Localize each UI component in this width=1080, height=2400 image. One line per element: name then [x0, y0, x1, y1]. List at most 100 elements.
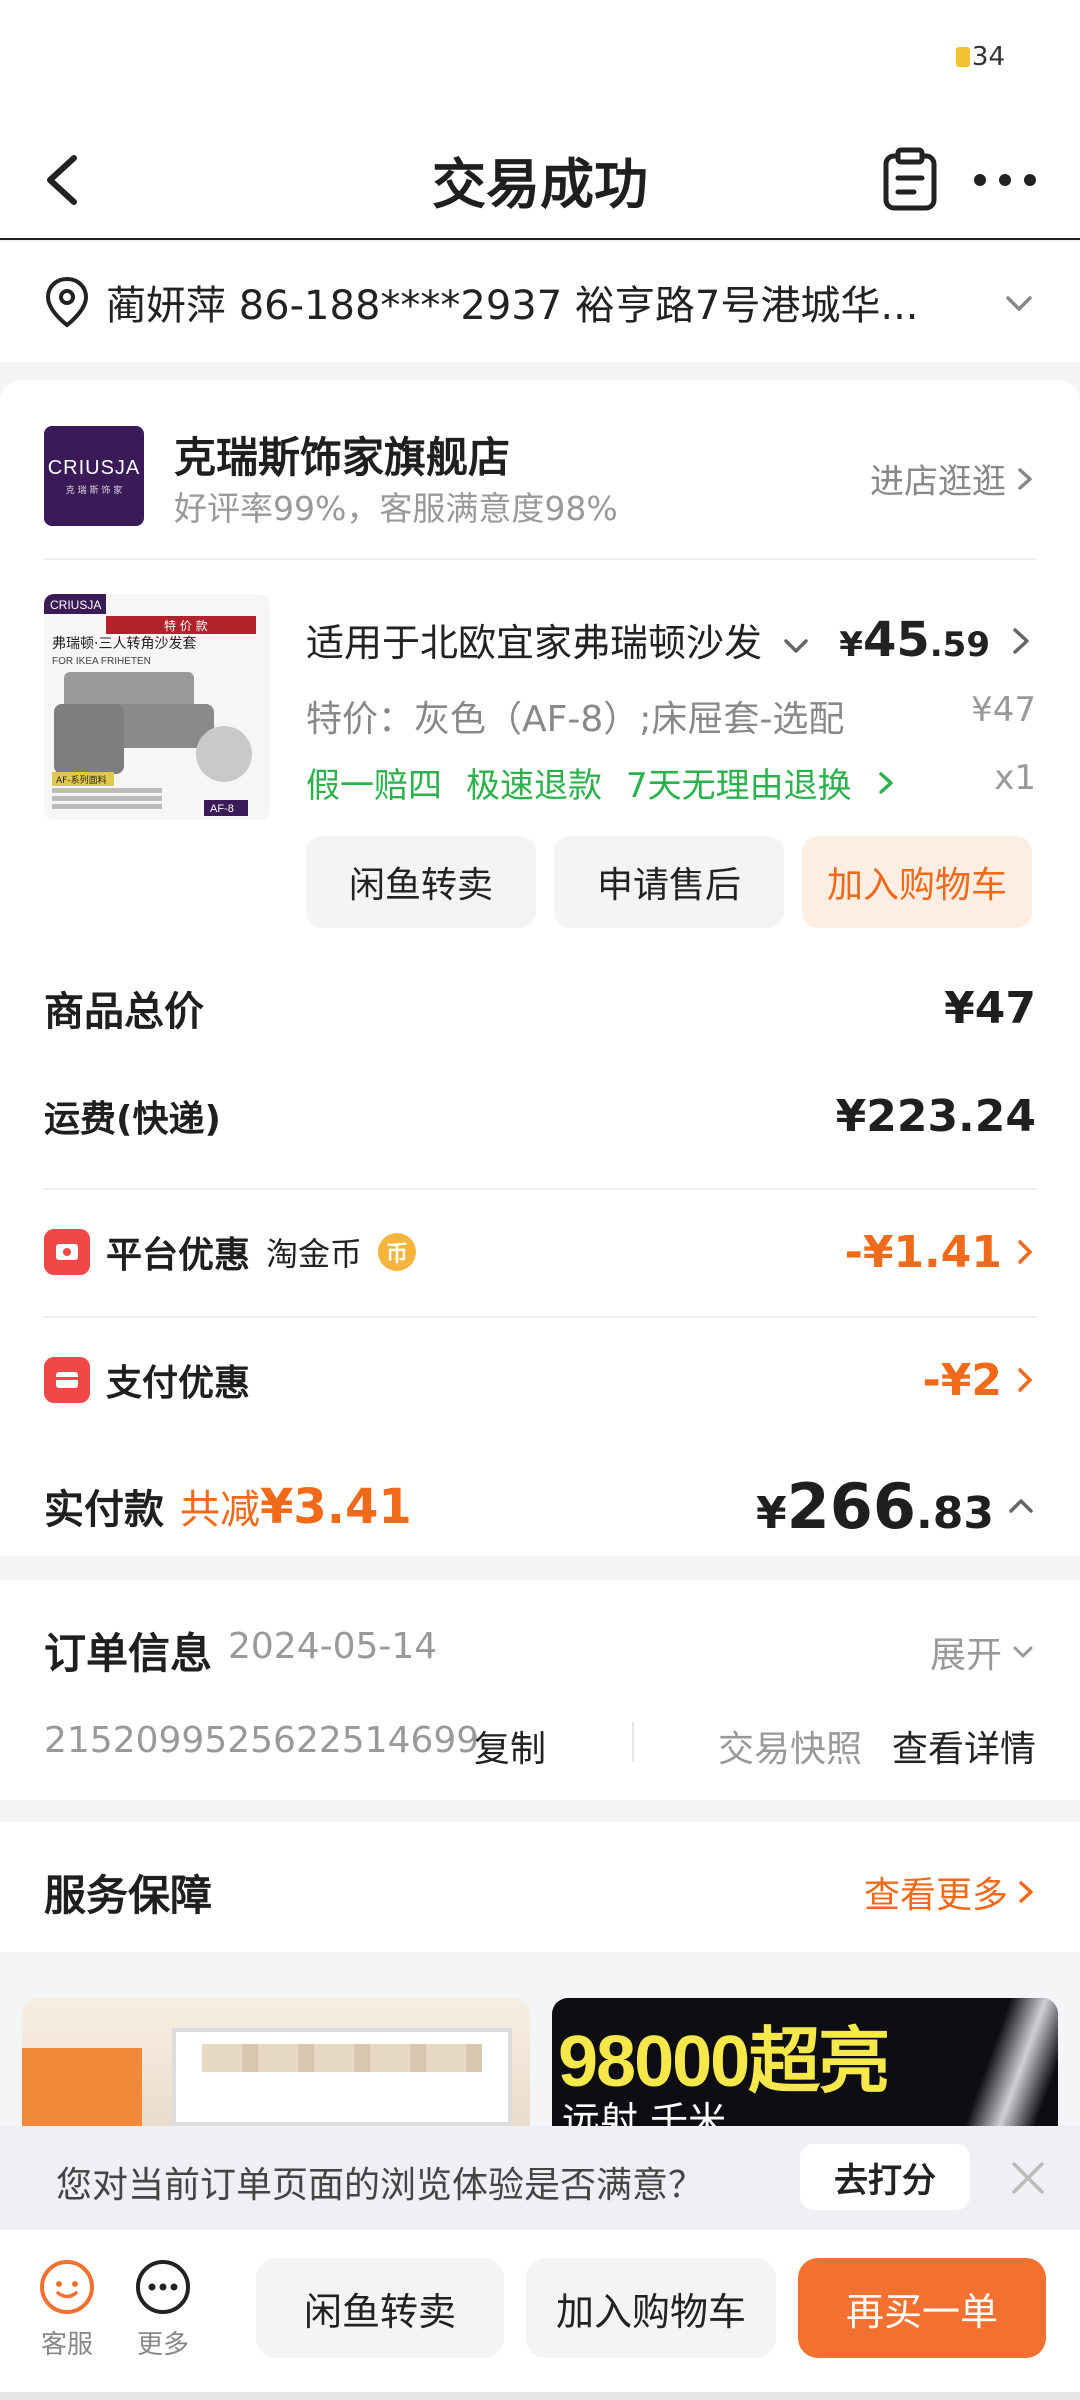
thumb-caption: 弗瑞顿·三人转角沙发套	[52, 636, 196, 652]
coupon-icon	[44, 1229, 90, 1275]
order-date: 2024-05-14	[228, 1626, 438, 1667]
banner-light-beam	[958, 1998, 1058, 2126]
address-text: 蔺妍萍 86-188****2937 裕亨路7号港城华...	[106, 283, 919, 329]
home-indicator	[0, 2392, 1080, 2400]
expand-label: 展开	[929, 1635, 1002, 1676]
divider	[44, 1188, 1036, 1190]
survey-question: 您对当前订单页面的浏览体验是否满意？	[56, 2165, 705, 2206]
service-promises[interactable]: 假一赔四 极速退款 7天无理由退换	[306, 758, 896, 807]
expand-button[interactable]: 展开	[930, 1626, 1036, 1678]
close-icon[interactable]	[1006, 2156, 1050, 2200]
chevron-down-icon	[1006, 296, 1032, 311]
chevron-down-icon[interactable]	[780, 630, 812, 662]
product-title[interactable]: 适用于北欧宜家弗瑞顿沙发	[306, 612, 766, 667]
banner-subline: 远射 千米	[562, 2099, 727, 2126]
order-info-title: 订单信息	[44, 1629, 213, 1678]
more-actions-label: 更多	[136, 2330, 189, 2360]
promise-item: 假一赔四	[306, 766, 442, 806]
rebuy-button[interactable]: 再买一单	[798, 2258, 1046, 2358]
recommend-banner-right[interactable]: 98000超亮 远射 千米	[552, 1998, 1058, 2126]
chevron-right-icon	[878, 771, 893, 794]
thumb-caption-en: FOR IKEA FRIHETEN	[52, 656, 151, 667]
store-logo-text: CRIUSJA	[47, 456, 141, 479]
order-info-card: 订单信息 2024-05-14 展开 2152099525622514699 复…	[0, 1580, 1080, 1800]
saved-value: ¥3.41	[260, 1479, 412, 1535]
resell-button[interactable]: 闲鱼转卖	[306, 836, 536, 928]
platform-discount-label-group: 平台优惠 淘金币 币	[44, 1226, 417, 1278]
banner-folded-clothes	[202, 2044, 482, 2072]
recommend-banner-left[interactable]	[22, 1998, 530, 2126]
platform-discount-value-group: -¥1.41	[845, 1227, 1036, 1278]
address-bar[interactable]: 蔺妍萍 86-188****2937 裕亨路7号港城华...	[0, 242, 1080, 362]
platform-discount-row[interactable]: 平台优惠 淘金币 币 -¥1.41	[44, 1202, 1036, 1302]
more-actions-button[interactable]: 更多	[134, 2258, 192, 2361]
item-actions: 闲鱼转卖 申请售后 加入购物车	[306, 836, 1032, 928]
status-badge: 34	[955, 42, 1005, 72]
platform-discount-value: -¥1.41	[844, 1226, 1002, 1278]
paid-value-group: ¥266.83	[756, 1470, 1036, 1543]
promise-item: 极速退款	[466, 766, 602, 806]
platform-discount-sub: 淘金币	[266, 1235, 363, 1273]
taojinbi-coin-icon: 币	[378, 1233, 417, 1271]
store-rating: 好评率99%，客服满意度98%	[174, 489, 618, 528]
paid-total-row[interactable]: 实付款 共减¥3.41 ¥266.83	[44, 1456, 1036, 1556]
visit-store-link[interactable]: 进店逛逛	[870, 454, 1036, 503]
service-more-link[interactable]: 查看更多	[864, 1866, 1036, 1918]
resell-button[interactable]: 闲鱼转卖	[256, 2258, 504, 2358]
shipping-row: 运费(快递) ¥223.24	[44, 1076, 1036, 1156]
add-to-cart-button[interactable]: 加入购物车	[526, 2258, 776, 2358]
add-to-cart-button[interactable]: 加入购物车	[802, 836, 1032, 928]
thumb-series: AF-系列面料	[56, 774, 107, 786]
chevron-down-icon	[1013, 1646, 1033, 1658]
chevron-right-icon[interactable]	[1006, 624, 1036, 658]
goods-total-row: 商品总价 ¥47	[44, 968, 1036, 1048]
more-circle-icon	[136, 2260, 190, 2314]
more-icon[interactable]	[970, 160, 1040, 200]
paid-value: ¥266.83	[756, 1470, 994, 1543]
status-bar: 34	[0, 0, 1080, 120]
customer-service-button[interactable]: 客服	[38, 2258, 96, 2361]
header: 交易成功	[0, 120, 1080, 240]
chevron-right-icon	[1018, 1368, 1032, 1392]
view-details-link[interactable]: 查看详情	[892, 1720, 1036, 1772]
notification-icon	[955, 47, 970, 67]
customer-service-icon	[40, 2260, 94, 2314]
order-number: 2152099525622514699	[44, 1720, 480, 1761]
divider	[44, 1316, 1036, 1318]
store-logo[interactable]: CRIUSJA 克 瑞 斯 饰 家	[44, 426, 144, 526]
goods-total-label: 商品总价	[44, 989, 204, 1035]
paid-dec: .83	[916, 1487, 994, 1539]
service-card: 服务保障 查看更多	[0, 1822, 1080, 1952]
paid-currency: ¥	[756, 1487, 787, 1539]
status-badge-count: 34	[971, 42, 1005, 72]
store-name[interactable]: 克瑞斯饰家旗舰店	[174, 424, 510, 485]
payment-discount-label: 支付优惠	[106, 1363, 251, 1404]
clipboard-icon[interactable]	[880, 146, 940, 212]
product-image[interactable]: CRIUSJA 特 价 款 弗瑞顿·三人转角沙发套 FOR IKEA FRIHE…	[44, 594, 270, 820]
service-title: 服务保障	[44, 1871, 213, 1920]
quantity: x1	[994, 758, 1036, 798]
chevron-right-icon	[1019, 1881, 1033, 1903]
after-sale-button[interactable]: 申请售后	[554, 836, 784, 928]
payment-discount-value: -¥2	[922, 1354, 1003, 1406]
copy-button[interactable]: 复制	[474, 1720, 546, 1772]
chevron-right-icon	[1018, 1240, 1032, 1264]
rate-button[interactable]: 去打分	[800, 2144, 970, 2210]
promise-item: 7天无理由退换	[626, 766, 852, 806]
paid-label-group: 实付款 共减¥3.41	[44, 1477, 412, 1535]
shipping-value: ¥223.24	[835, 1090, 1036, 1142]
price-int: 45	[862, 612, 930, 668]
original-price: ¥47	[971, 690, 1036, 730]
snapshot-link[interactable]: 交易快照	[718, 1720, 862, 1772]
sofa-thumbnail: CRIUSJA 特 价 款 弗瑞顿·三人转角沙发套 FOR IKEA FRIHE…	[44, 594, 270, 820]
service-more-label: 查看更多	[863, 1875, 1008, 1916]
banner-rack-image	[172, 2028, 512, 2126]
product-spec: 特价：灰色（AF-8）;床屉套-选配	[306, 699, 845, 740]
survey-bar: 您对当前订单页面的浏览体验是否满意？ 去打分	[0, 2126, 1080, 2230]
payment-discount-label-group: 支付优惠	[44, 1354, 250, 1406]
payment-discount-row[interactable]: 支付优惠 -¥2	[44, 1330, 1036, 1430]
divider	[44, 558, 1036, 560]
payment-discount-value-group: -¥2	[923, 1355, 1037, 1406]
order-card: CRIUSJA 克 瑞 斯 饰 家 克瑞斯饰家旗舰店 好评率99%，客服满意度9…	[0, 380, 1080, 1556]
paid-int: 266	[786, 1469, 917, 1543]
